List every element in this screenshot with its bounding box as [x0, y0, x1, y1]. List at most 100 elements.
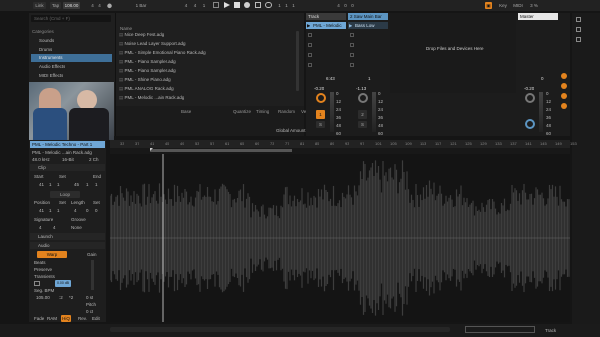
- signature-denominator[interactable]: 4: [97, 2, 102, 9]
- clip-slot-stop-icon[interactable]: [350, 43, 354, 47]
- loop-start-sixteenths[interactable]: 1: [291, 2, 296, 9]
- view-toggle-icon[interactable]: [576, 27, 581, 32]
- track-2-clip[interactable]: ▶ Bass Low: [348, 22, 388, 29]
- gain-fader[interactable]: [91, 260, 94, 290]
- master-pan-knob[interactable]: [525, 93, 535, 103]
- launch-section-header[interactable]: Launch: [30, 233, 105, 240]
- clip-slot-stop-icon[interactable]: [308, 43, 312, 47]
- track-2-solo[interactable]: S: [358, 121, 367, 128]
- end-value[interactable]: 1: [95, 182, 98, 187]
- position-value[interactable]: 41: [39, 208, 44, 213]
- length-value[interactable]: 0: [86, 208, 89, 213]
- track-2-pan-knob[interactable]: [358, 93, 368, 103]
- end-value[interactable]: 45: [74, 182, 79, 187]
- clip-slot-stop-icon[interactable]: [350, 63, 354, 67]
- detune-value[interactable]: 0 ct: [86, 309, 93, 314]
- warp-mode[interactable]: Beats: [34, 260, 46, 265]
- file-item[interactable]: ▤ PML - Shine Piano.adg: [119, 77, 171, 83]
- clip-slot-stop-icon[interactable]: [308, 53, 312, 57]
- track-1-clip[interactable]: ▶ PML - Melodic: [306, 22, 346, 29]
- loop-mode-icon[interactable]: [34, 281, 40, 286]
- stop-icon[interactable]: [234, 2, 240, 8]
- audio-section-header[interactable]: Audio: [30, 242, 105, 249]
- clip-slot-stop-icon[interactable]: [350, 53, 354, 57]
- hiq-button[interactable]: HiQ: [61, 315, 71, 322]
- warp-button[interactable]: Warp: [37, 251, 67, 258]
- signature-numerator[interactable]: 4: [90, 2, 95, 9]
- drop-zone[interactable]: Drop Files and Devices Here: [390, 13, 516, 93]
- clip-slot-stop-icon[interactable]: [308, 33, 312, 37]
- overview-thumb[interactable]: [465, 326, 535, 333]
- clip-slot-stop-icon[interactable]: [350, 33, 354, 37]
- follow-icon[interactable]: [213, 2, 219, 8]
- start-value[interactable]: 41: [39, 182, 44, 187]
- timeline-ruler[interactable]: 33 37 41 45 49 53 57 61 65 69 73 77 81 85 89 93 97 101 105…: [110, 140, 577, 148]
- loop-length-beats[interactable]: 0: [343, 2, 348, 9]
- position-value[interactable]: 1: [57, 208, 60, 213]
- name-column-header[interactable]: Name: [120, 26, 132, 31]
- tap-button[interactable]: Tap: [50, 2, 61, 9]
- bpm-value[interactable]: 105.00: [36, 295, 50, 300]
- seg-bpm-value[interactable]: 0.00 dB: [55, 280, 71, 287]
- position-value[interactable]: 1: [49, 208, 52, 213]
- start-marker[interactable]: [150, 148, 153, 151]
- file-item[interactable]: ▤ Noise Lead Layer Support.adg: [119, 41, 186, 47]
- master-volume[interactable]: -0.20: [524, 86, 534, 91]
- loop-start-bars[interactable]: 1: [277, 2, 282, 9]
- track-1-pan-knob[interactable]: [316, 93, 326, 103]
- category-audio-effects[interactable]: Audio Effects: [39, 64, 65, 69]
- file-item[interactable]: ▤ PML - Piano Sampler.adg: [119, 59, 176, 65]
- reverse-button[interactable]: Rev.: [78, 316, 87, 321]
- set-label[interactable]: Set: [93, 200, 100, 205]
- record-icon[interactable]: [244, 2, 250, 8]
- signature-denominator[interactable]: 4: [53, 225, 56, 230]
- search-input[interactable]: Search (Cmd + F): [31, 15, 111, 22]
- loop-length-sixteenths[interactable]: 0: [350, 2, 355, 9]
- quantize-menu[interactable]: 1 Bar: [133, 2, 149, 9]
- category-sounds[interactable]: Sounds: [39, 38, 54, 43]
- master-header[interactable]: Master: [518, 13, 558, 20]
- file-item[interactable]: ▤ PML - Piano Sampler.adg: [119, 68, 176, 74]
- key-map-button[interactable]: Key: [498, 2, 508, 9]
- track-1-volume[interactable]: -0.20: [314, 86, 324, 91]
- loop-toggle[interactable]: Loop: [50, 191, 80, 198]
- length-value[interactable]: 0: [95, 208, 98, 213]
- loop-start-beats[interactable]: 1: [284, 2, 289, 9]
- end-value[interactable]: 1: [86, 182, 89, 187]
- scene-launch-icon[interactable]: [561, 103, 567, 109]
- signature-numerator[interactable]: 4: [39, 225, 42, 230]
- file-item[interactable]: ▤ Nice Deep Fest.adg: [119, 32, 164, 38]
- groove-value[interactable]: None: [71, 225, 82, 230]
- category-midi-effects[interactable]: MIDI Effects: [39, 73, 63, 78]
- track-2-header[interactable]: 2 Saw Main Bar: [348, 13, 388, 20]
- overdub-icon[interactable]: [255, 2, 261, 8]
- track-1-header[interactable]: Track: [306, 13, 346, 20]
- tempo-double-button[interactable]: *2: [69, 295, 73, 300]
- play-icon[interactable]: [224, 2, 230, 8]
- master-cue-knob[interactable]: [525, 119, 535, 129]
- clip-slot-stop-icon[interactable]: [308, 63, 312, 67]
- clip-section-header[interactable]: Clip: [30, 164, 105, 171]
- file-item[interactable]: ▤ PML - Melodic ...ain Rack.adg: [119, 95, 184, 101]
- track-2-activator[interactable]: 2: [358, 110, 367, 119]
- position-bars[interactable]: 4: [183, 2, 189, 9]
- scene-launch-icon[interactable]: [561, 93, 567, 99]
- draw-mode-button[interactable]: ▣: [485, 2, 492, 9]
- edit-button[interactable]: Edit: [92, 316, 100, 321]
- view-toggle-icon[interactable]: [576, 17, 581, 22]
- pitch-value[interactable]: 0 st: [86, 295, 93, 300]
- fade-button[interactable]: Fade: [34, 316, 44, 321]
- link-button[interactable]: Link: [33, 2, 46, 9]
- file-item[interactable]: ▤ PML ANALOG Rack.adg: [119, 86, 174, 92]
- view-toggle-icon[interactable]: [576, 37, 581, 42]
- position-sixteenths[interactable]: 1: [201, 2, 207, 9]
- scene-launch-icon[interactable]: [561, 73, 567, 79]
- ram-button[interactable]: RAM: [47, 316, 57, 321]
- horizontal-scrollbar[interactable]: [110, 327, 450, 332]
- track-1-solo[interactable]: S: [316, 121, 325, 128]
- set-label[interactable]: Set: [59, 174, 66, 179]
- waveform-area[interactable]: [109, 154, 570, 322]
- start-value[interactable]: 1: [57, 182, 60, 187]
- midi-map-button[interactable]: MIDI: [512, 2, 524, 9]
- position-beats[interactable]: 4: [192, 2, 198, 9]
